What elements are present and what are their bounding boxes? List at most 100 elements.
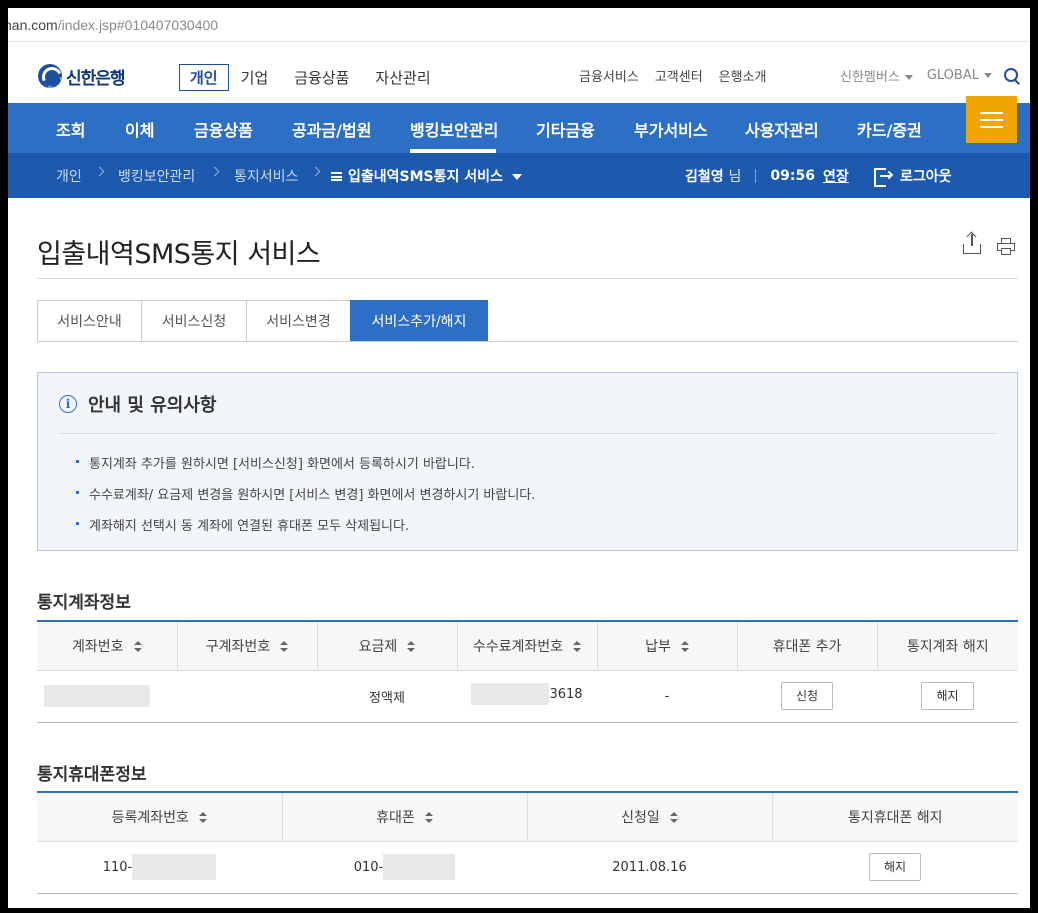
session-extend-button[interactable]: 연장 bbox=[823, 166, 849, 186]
menu-utilities[interactable]: 공과금/법원 bbox=[292, 117, 371, 141]
menu-inquiry[interactable]: 조회 bbox=[56, 117, 85, 141]
search-icon[interactable] bbox=[1003, 67, 1020, 84]
table-row: 정액제 3618 - 신청 해지 bbox=[37, 670, 1018, 723]
cell-cancel-phone: 해지 bbox=[772, 841, 1018, 894]
site-header: 신한은행 개인 기업 금융상품 자산관리 금융서비스 고객센터 은행소개 신한멤… bbox=[8, 50, 1030, 103]
cancel-account-button[interactable]: 해지 bbox=[921, 682, 974, 710]
apply-add-phone-button[interactable]: 신청 bbox=[780, 682, 834, 710]
col-cancel-account: 통지계좌 해지 bbox=[876, 620, 1018, 671]
col-phone[interactable]: 휴대폰 bbox=[281, 791, 527, 842]
menu-additional[interactable]: 부가서비스 bbox=[634, 117, 708, 141]
link-financial-services[interactable]: 금융서비스 bbox=[579, 66, 639, 85]
notice-box: i 안내 및 유의사항 통지계좌 추가를 원하시면 [서비스신청] 화면에서 등… bbox=[37, 372, 1018, 551]
cell-apply-date: 2011.08.16 bbox=[527, 841, 772, 894]
notice-header: i 안내 및 유의사항 bbox=[59, 391, 216, 417]
redacted-value bbox=[44, 685, 150, 707]
col-phone-label: 휴대폰 bbox=[376, 809, 415, 826]
sort-icon[interactable] bbox=[573, 641, 582, 653]
table-row: 110- 010- 2011.08.16 해지 bbox=[37, 841, 1018, 894]
user-name: 김철영 님 bbox=[685, 166, 741, 186]
col-payment[interactable]: 납부 bbox=[596, 620, 737, 671]
redacted-value bbox=[471, 683, 550, 705]
col-add-phone: 휴대폰 추가 bbox=[736, 620, 877, 671]
segment-personal[interactable]: 개인 bbox=[179, 64, 229, 91]
main-menu: 조회 이체 금융상품 공과금/법원 뱅킹보안관리 기타금융 부가서비스 사용자관… bbox=[8, 103, 1030, 153]
col-old-account[interactable]: 구계좌번호 bbox=[176, 620, 317, 671]
page-title: 입출내역SMS통지 서비스 bbox=[37, 239, 321, 270]
cell-registered-account: 110- bbox=[37, 841, 282, 894]
col-old-account-label: 구계좌번호 bbox=[205, 638, 271, 655]
sort-icon[interactable] bbox=[280, 641, 289, 653]
link-customer-center[interactable]: 고객센터 bbox=[655, 66, 703, 85]
chevron-right-icon bbox=[94, 166, 105, 177]
tab-service-add-cancel[interactable]: 서비스추가/해지 bbox=[350, 300, 488, 342]
cell-fee-account: 3618 bbox=[457, 670, 597, 723]
chevron-right-icon bbox=[310, 166, 321, 177]
cell-account bbox=[37, 670, 177, 723]
col-payment-label: 납부 bbox=[645, 638, 671, 655]
menu-card-securities[interactable]: 카드/증권 bbox=[857, 117, 922, 141]
members-dropdown[interactable]: 신한멤버스 bbox=[840, 66, 913, 85]
global-label: GLOBAL bbox=[926, 68, 979, 83]
sort-icon[interactable] bbox=[680, 641, 689, 653]
phone-table: 등록계좌번호 휴대폰 신청일 통지휴대폰 해지 110- 010- 2011.0… bbox=[37, 791, 1018, 894]
breadcrumb-current-dropdown[interactable]: 입출내역SMS통지 서비스 bbox=[331, 166, 522, 186]
logout-icon bbox=[874, 167, 894, 187]
account-section-title: 통지계좌정보 bbox=[37, 593, 131, 613]
address-bar[interactable]: han.com/index.jsp#010407030400 bbox=[8, 8, 1030, 42]
breadcrumb-notify[interactable]: 통지서비스 bbox=[234, 166, 298, 186]
col-apply-date[interactable]: 신청일 bbox=[526, 791, 772, 842]
tab-service-change[interactable]: 서비스변경 bbox=[246, 300, 351, 342]
col-fee-account-label: 수수료계좌번호 bbox=[472, 638, 564, 655]
hamburger-line bbox=[980, 126, 1003, 128]
url-text[interactable]: han.com/index.jsp#010407030400 bbox=[8, 17, 218, 33]
sort-icon[interactable] bbox=[407, 641, 416, 653]
menu-transfer[interactable]: 이체 bbox=[125, 117, 154, 141]
global-dropdown[interactable]: GLOBAL bbox=[927, 68, 992, 83]
col-fee-account[interactable]: 수수료계좌번호 bbox=[456, 620, 597, 671]
link-about-bank[interactable]: 은행소개 bbox=[719, 66, 767, 85]
hamburger-menu-icon[interactable] bbox=[966, 96, 1017, 143]
sort-icon[interactable] bbox=[198, 812, 207, 824]
segment-products[interactable]: 금융상품 bbox=[294, 67, 349, 88]
right-nav: 신한멤버스 GLOBAL bbox=[840, 66, 1020, 85]
logout-button[interactable]: 로그아웃 bbox=[874, 166, 952, 187]
export-icon[interactable] bbox=[963, 234, 981, 254]
tabs-baseline bbox=[37, 341, 1018, 342]
segment-corporate[interactable]: 기업 bbox=[241, 67, 269, 88]
tab-service-apply[interactable]: 서비스신청 bbox=[141, 300, 247, 342]
col-plan-label: 요금제 bbox=[358, 638, 398, 655]
sort-icon[interactable] bbox=[424, 812, 433, 824]
bank-logo[interactable]: 신한은행 bbox=[38, 62, 126, 90]
tab-service-guide[interactable]: 서비스안내 bbox=[37, 300, 142, 342]
breadcrumb-home[interactable]: 개인 bbox=[56, 166, 82, 186]
print-icon[interactable] bbox=[997, 238, 1015, 255]
notice-item: 통지계좌 추가를 원하시면 [서비스신청] 화면에서 등록하시기 바랍니다. bbox=[76, 453, 535, 472]
col-registered-account[interactable]: 등록계좌번호 bbox=[37, 791, 282, 842]
sort-icon[interactable] bbox=[133, 641, 142, 653]
notice-divider bbox=[59, 433, 997, 434]
table-header-row: 계좌번호 구계좌번호 요금제 수수료계좌번호 납부 휴대폰 추가 통지계좌 해지 bbox=[37, 620, 1018, 671]
notice-item: 수수료계좌/ 요금제 변경을 원하시면 [서비스 변경] 화면에서 변경하시기 … bbox=[76, 484, 535, 503]
chevron-down-icon bbox=[511, 174, 522, 180]
notice-title: 안내 및 유의사항 bbox=[88, 395, 217, 416]
col-account[interactable]: 계좌번호 bbox=[37, 620, 177, 671]
menu-user-admin[interactable]: 사용자관리 bbox=[745, 117, 819, 141]
breadcrumb-security[interactable]: 뱅킹보안관리 bbox=[118, 166, 195, 186]
breadcrumb-current-label: 입출내역SMS통지 서비스 bbox=[348, 169, 503, 185]
session-timer: 09:56 bbox=[770, 168, 815, 184]
col-plan[interactable]: 요금제 bbox=[316, 620, 457, 671]
menu-other-finance[interactable]: 기타금융 bbox=[536, 117, 595, 141]
col-cancel-phone: 통지휴대폰 해지 bbox=[771, 791, 1018, 842]
cell-payment: - bbox=[597, 670, 737, 723]
col-apply-date-label: 신청일 bbox=[621, 809, 660, 826]
menu-security[interactable]: 뱅킹보안관리 bbox=[410, 117, 498, 141]
browser-page: han.com/index.jsp#010407030400 신한은행 개인 기… bbox=[8, 8, 1030, 908]
phone-prefix: 010- bbox=[353, 859, 384, 875]
user-name-suffix: 님 bbox=[728, 169, 742, 185]
user-session-info: 김철영 님 09:56 연장 bbox=[685, 166, 849, 186]
cancel-phone-button[interactable]: 해지 bbox=[868, 853, 922, 881]
sort-icon[interactable] bbox=[669, 812, 678, 824]
menu-products[interactable]: 금융상품 bbox=[194, 117, 253, 141]
segment-asset[interactable]: 자산관리 bbox=[375, 67, 430, 88]
